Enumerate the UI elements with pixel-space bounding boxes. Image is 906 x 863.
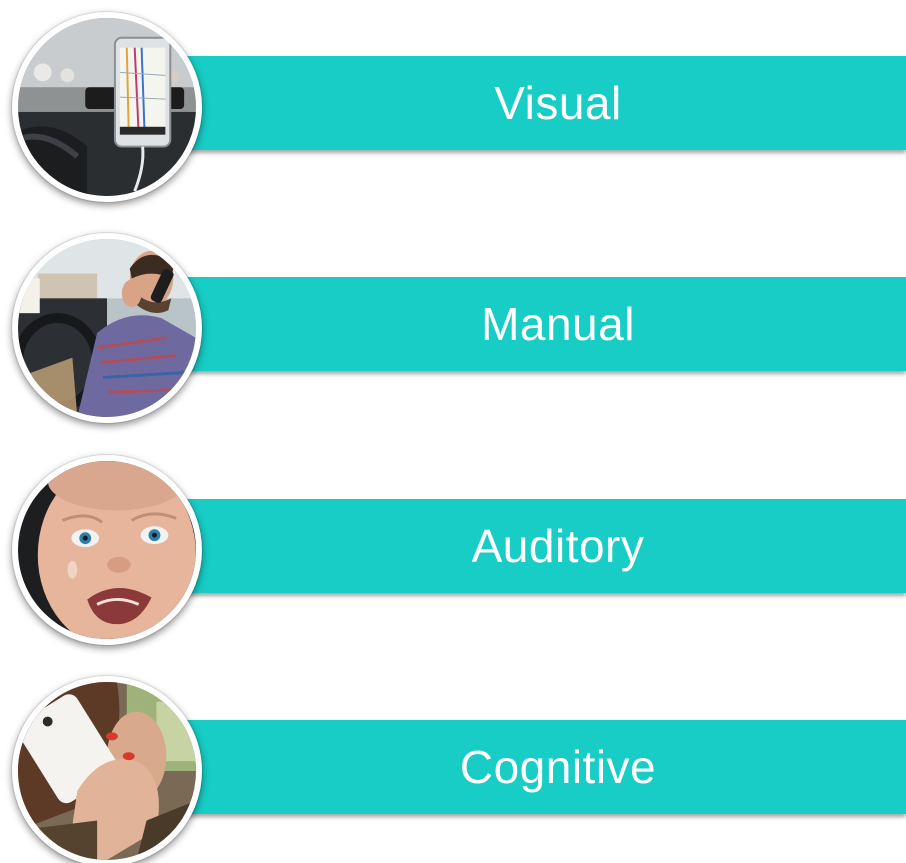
banner-auditory: Auditory <box>150 499 906 593</box>
distraction-row-manual: Manual <box>0 229 906 429</box>
banner-manual: Manual <box>150 277 906 371</box>
phone-navigation-photo <box>12 12 202 202</box>
banner-label: Auditory <box>471 520 645 572</box>
banner-visual: Visual <box>150 56 906 150</box>
banner-label: Manual <box>481 298 635 350</box>
distraction-row-cognitive: Cognitive <box>0 672 906 863</box>
distraction-row-auditory: Auditory <box>0 451 906 651</box>
crying-baby-photo <box>12 455 202 645</box>
distraction-row-visual: Visual <box>0 8 906 208</box>
banner-label: Cognitive <box>459 741 657 793</box>
man-on-phone-photo <box>12 233 202 423</box>
banner-label: Visual <box>494 77 622 129</box>
banner-cognitive: Cognitive <box>150 720 906 814</box>
woman-on-phone-photo <box>12 676 202 863</box>
